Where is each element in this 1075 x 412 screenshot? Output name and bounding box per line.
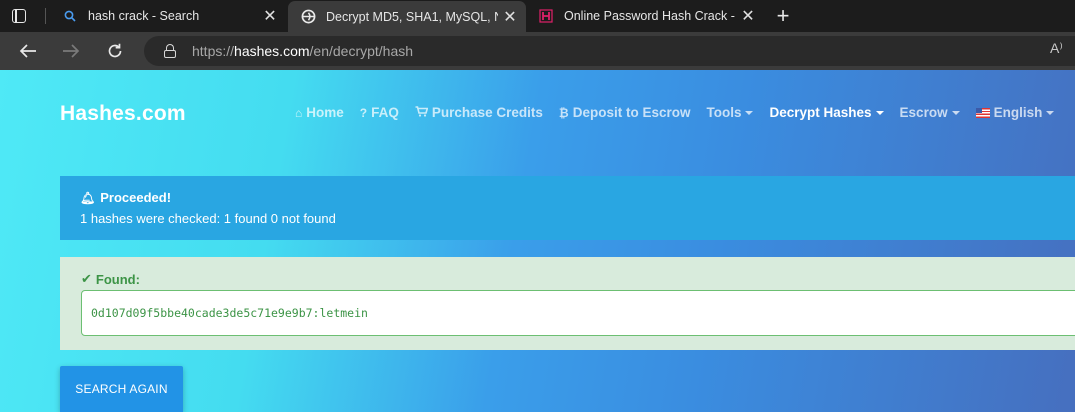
search-again-button[interactable]: SEARCH AGAIN bbox=[60, 366, 183, 412]
nav-faq[interactable]: ? FAQ bbox=[360, 105, 399, 120]
success-alert-heading: ✔ Found: bbox=[81, 271, 140, 287]
refresh-icon bbox=[108, 43, 122, 58]
info-alert-message: 1 hashes were checked: 1 found 0 not fou… bbox=[80, 211, 336, 226]
nav-home[interactable]: ⌂ Home bbox=[295, 105, 344, 120]
nav-language-dropdown[interactable]: English bbox=[975, 105, 1055, 120]
us-flag-icon bbox=[975, 107, 990, 118]
forward-arrow-icon bbox=[63, 44, 80, 58]
new-tab-button[interactable]: + bbox=[770, 3, 796, 28]
site-logo[interactable]: Hashes.com bbox=[60, 102, 186, 126]
tab-divider bbox=[45, 8, 46, 24]
onlinehashcrack-icon bbox=[538, 8, 554, 24]
info-alert: 🔔︎ Proceeded! 1 hashes were checked: 1 f… bbox=[60, 176, 1075, 240]
bell-icon: 🔔︎ bbox=[80, 190, 96, 205]
tab-strip: hash crack - Search ✕ Decrypt MD5, SHA1,… bbox=[0, 0, 1075, 32]
caret-down-icon bbox=[1046, 110, 1055, 115]
tab-actions-button[interactable] bbox=[8, 5, 30, 27]
caret-down-icon bbox=[951, 110, 960, 115]
search-icon bbox=[62, 8, 78, 24]
back-button[interactable] bbox=[13, 37, 43, 65]
browser-toolbar: https://hashes.com/en/decrypt/hash A⁾ bbox=[0, 32, 1075, 70]
tab-title: Decrypt MD5, SHA1, MySQL, NTI bbox=[326, 9, 498, 24]
caret-down-icon bbox=[875, 110, 884, 115]
tab-onlinehashcrack[interactable]: Online Password Hash Crack - M ✕ bbox=[526, 0, 764, 32]
address-bar[interactable]: https://hashes.com/en/decrypt/hash bbox=[144, 36, 1075, 66]
lock-icon[interactable] bbox=[164, 44, 176, 58]
back-arrow-icon bbox=[19, 44, 36, 58]
close-tab-icon[interactable]: ✕ bbox=[736, 4, 760, 28]
nav-deposit-escrow[interactable]: ₿ Deposit to Escrow bbox=[559, 105, 691, 120]
found-hash-result[interactable]: 0d107d09f5bbe40cade3de5c71e9e9b7:letmein bbox=[91, 306, 368, 320]
home-icon: ⌂ bbox=[295, 105, 303, 120]
found-result-textarea[interactable]: 0d107d09f5bbe40cade3de5c71e9e9b7:letmein bbox=[81, 290, 1075, 336]
globe-icon bbox=[300, 9, 316, 25]
forward-button[interactable] bbox=[56, 37, 86, 65]
tab-title: Online Password Hash Crack - M bbox=[564, 9, 736, 23]
caret-down-icon bbox=[745, 110, 754, 115]
nav-escrow-dropdown[interactable]: Escrow bbox=[900, 105, 960, 120]
close-tab-icon[interactable]: ✕ bbox=[258, 4, 282, 28]
nav-purchase-credits[interactable]: Purchase Credits bbox=[415, 105, 543, 120]
refresh-button[interactable] bbox=[100, 37, 130, 65]
nav-tools-dropdown[interactable]: Tools bbox=[706, 105, 754, 120]
tab-decrypt[interactable]: Decrypt MD5, SHA1, MySQL, NTI ✕ bbox=[288, 1, 526, 32]
site-navbar: ⌂ Home ? FAQ Purchase Credits ₿ Deposit … bbox=[295, 105, 1070, 120]
url-text[interactable]: https://hashes.com/en/decrypt/hash bbox=[192, 43, 413, 59]
tab-search[interactable]: hash crack - Search ✕ bbox=[50, 0, 286, 32]
tab-title: hash crack - Search bbox=[88, 9, 200, 23]
info-alert-heading: 🔔︎ Proceeded! bbox=[80, 190, 172, 205]
cart-icon bbox=[415, 105, 429, 120]
close-tab-icon[interactable]: ✕ bbox=[498, 5, 522, 29]
success-alert: ✔ Found: 0d107d09f5bbe40cade3de5c71e9e9b… bbox=[60, 257, 1075, 350]
page-viewport: Hashes.com ⌂ Home ? FAQ Purchase Credits… bbox=[0, 70, 1075, 412]
tab-actions-icon bbox=[12, 9, 26, 23]
bitcoin-icon: ₿ bbox=[558, 105, 569, 120]
question-icon: ? bbox=[359, 105, 368, 120]
nav-decrypt-hashes-dropdown[interactable]: Decrypt Hashes bbox=[769, 105, 884, 120]
read-aloud-icon[interactable]: A⁾ bbox=[1050, 40, 1063, 57]
check-icon: ✔ bbox=[81, 271, 92, 286]
